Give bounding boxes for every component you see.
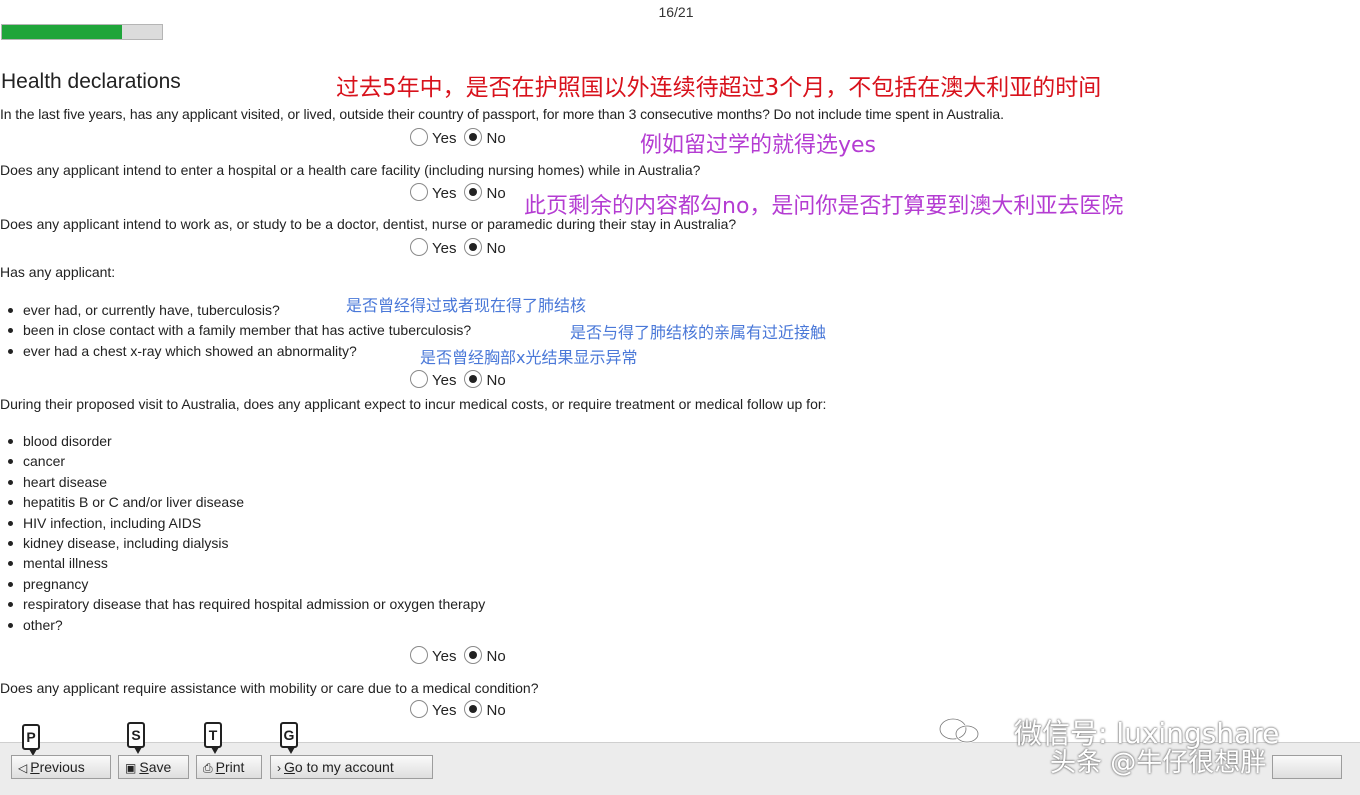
radio-circle[interactable] bbox=[410, 238, 428, 256]
shortcut-key-p: P bbox=[22, 724, 40, 756]
radio-label-no: No bbox=[486, 130, 506, 147]
question-text-1: In the last five years, has any applican… bbox=[0, 106, 1004, 122]
radio-label-yes: Yes bbox=[432, 240, 457, 257]
radio-no-5[interactable]: No bbox=[464, 646, 506, 665]
radio-label-yes: Yes bbox=[432, 130, 457, 147]
radio-circle[interactable] bbox=[410, 700, 428, 718]
radio-yes-2[interactable]: Yes bbox=[410, 183, 456, 202]
radio-no-2[interactable]: No bbox=[464, 183, 506, 202]
radio-circle-selected[interactable] bbox=[464, 700, 483, 718]
list-item: respiratory disease that has required ho… bbox=[0, 594, 485, 614]
print-button[interactable]: ⎙ Print bbox=[196, 755, 262, 779]
radio-label-no: No bbox=[486, 240, 506, 257]
question-text-2: Does any applicant intend to enter a hos… bbox=[0, 162, 701, 178]
list-item: ever had a chest x-ray which showed an a… bbox=[0, 341, 471, 361]
question-text-5: During their proposed visit to Australia… bbox=[0, 396, 827, 412]
go-to-my-account-button[interactable]: › Go to my account bbox=[270, 755, 433, 779]
radio-label-yes: Yes bbox=[432, 648, 457, 665]
save-disk-icon: ▣ bbox=[125, 761, 137, 775]
radio-group-1: Yes No bbox=[410, 128, 514, 147]
radio-group-4: Yes No bbox=[410, 370, 514, 389]
radio-label-no: No bbox=[486, 702, 506, 719]
radio-circle-selected[interactable] bbox=[464, 183, 483, 201]
next-button[interactable] bbox=[1272, 755, 1342, 779]
radio-yes-4[interactable]: Yes bbox=[410, 370, 456, 389]
save-button[interactable]: ▣ Save bbox=[118, 755, 189, 779]
list-item: HIV infection, including AIDS bbox=[0, 513, 485, 533]
section-title: Health declarations bbox=[1, 70, 181, 93]
radio-circle-selected[interactable] bbox=[464, 370, 483, 388]
annotation-blue-tb: 是否曾经得过或者现在得了肺结核 bbox=[346, 296, 587, 315]
list-item: other? bbox=[0, 615, 485, 635]
list-item: hepatitis B or C and/or liver disease bbox=[0, 492, 485, 512]
radio-group-5: Yes No bbox=[410, 646, 514, 665]
shortcut-key-s: S bbox=[127, 722, 145, 754]
chevron-right-icon: › bbox=[277, 761, 281, 775]
shortcut-key-t: T bbox=[204, 722, 222, 754]
medical-conditions-list: blood disorder cancer heart disease hepa… bbox=[0, 431, 485, 635]
page-counter: 16/21 bbox=[658, 4, 694, 20]
list-item: cancer bbox=[0, 451, 485, 471]
account-label: Go to my account bbox=[284, 759, 394, 775]
previous-arrow-icon: ◁ bbox=[18, 761, 28, 775]
radio-circle-selected[interactable] bbox=[464, 238, 483, 256]
radio-group-6: Yes No bbox=[410, 700, 514, 719]
list-item: pregnancy bbox=[0, 574, 485, 594]
shortcut-key-g: G bbox=[280, 722, 298, 754]
radio-yes-3[interactable]: Yes bbox=[410, 238, 456, 257]
radio-yes-6[interactable]: Yes bbox=[410, 700, 456, 719]
question-text-3: Does any applicant intend to work as, or… bbox=[0, 216, 737, 232]
radio-circle[interactable] bbox=[410, 646, 428, 664]
annotation-blue-xray: 是否曾经胸部x光结果显示异常 bbox=[420, 348, 638, 367]
previous-button[interactable]: ◁ Previous bbox=[11, 755, 111, 779]
annotation-blue-contact: 是否与得了肺结核的亲属有过近接触 bbox=[570, 323, 827, 342]
radio-label-no: No bbox=[486, 185, 506, 202]
radio-group-3: Yes No bbox=[410, 238, 514, 257]
question-text-6: Does any applicant require assistance wi… bbox=[0, 680, 539, 696]
list-item: blood disorder bbox=[0, 431, 485, 451]
radio-circle-selected[interactable] bbox=[464, 646, 483, 664]
radio-group-2: Yes No bbox=[410, 183, 514, 202]
radio-circle[interactable] bbox=[410, 128, 428, 146]
radio-circle[interactable] bbox=[410, 183, 428, 201]
annotation-purple-yes: 例如留过学的就得选yes bbox=[640, 133, 877, 158]
question-text-4: Has any applicant: bbox=[0, 264, 116, 280]
list-item: heart disease bbox=[0, 472, 485, 492]
list-item: been in close contact with a family memb… bbox=[0, 320, 471, 340]
annotation-red-top: 过去5年中，是否在护照国以外连续待超过3个月，不包括在澳大利亚的时间 bbox=[336, 75, 1102, 101]
printer-icon: ⎙ bbox=[203, 761, 213, 775]
progress-fill bbox=[2, 25, 122, 39]
radio-label-no: No bbox=[486, 372, 506, 389]
radio-yes-5[interactable]: Yes bbox=[410, 646, 456, 665]
radio-label-yes: Yes bbox=[432, 372, 457, 389]
radio-no-6[interactable]: No bbox=[464, 700, 506, 719]
radio-circle-selected[interactable] bbox=[464, 128, 483, 146]
radio-no-1[interactable]: No bbox=[464, 128, 506, 147]
radio-label-yes: Yes bbox=[432, 185, 457, 202]
list-item: kidney disease, including dialysis bbox=[0, 533, 485, 553]
wechat-logo-icon bbox=[938, 717, 980, 744]
radio-label-no: No bbox=[486, 648, 506, 665]
previous-label: Previous bbox=[30, 759, 85, 775]
radio-no-3[interactable]: No bbox=[464, 238, 506, 257]
toutiao-watermark: 头条 @牛仔很想胖 bbox=[1050, 748, 1267, 778]
print-label: Print bbox=[215, 759, 245, 775]
list-item: mental illness bbox=[0, 553, 485, 573]
radio-label-yes: Yes bbox=[432, 702, 457, 719]
save-label: Save bbox=[139, 759, 172, 775]
radio-circle[interactable] bbox=[410, 370, 428, 388]
radio-no-4[interactable]: No bbox=[464, 370, 506, 389]
radio-yes-1[interactable]: Yes bbox=[410, 128, 456, 147]
progress-bar bbox=[1, 24, 163, 40]
